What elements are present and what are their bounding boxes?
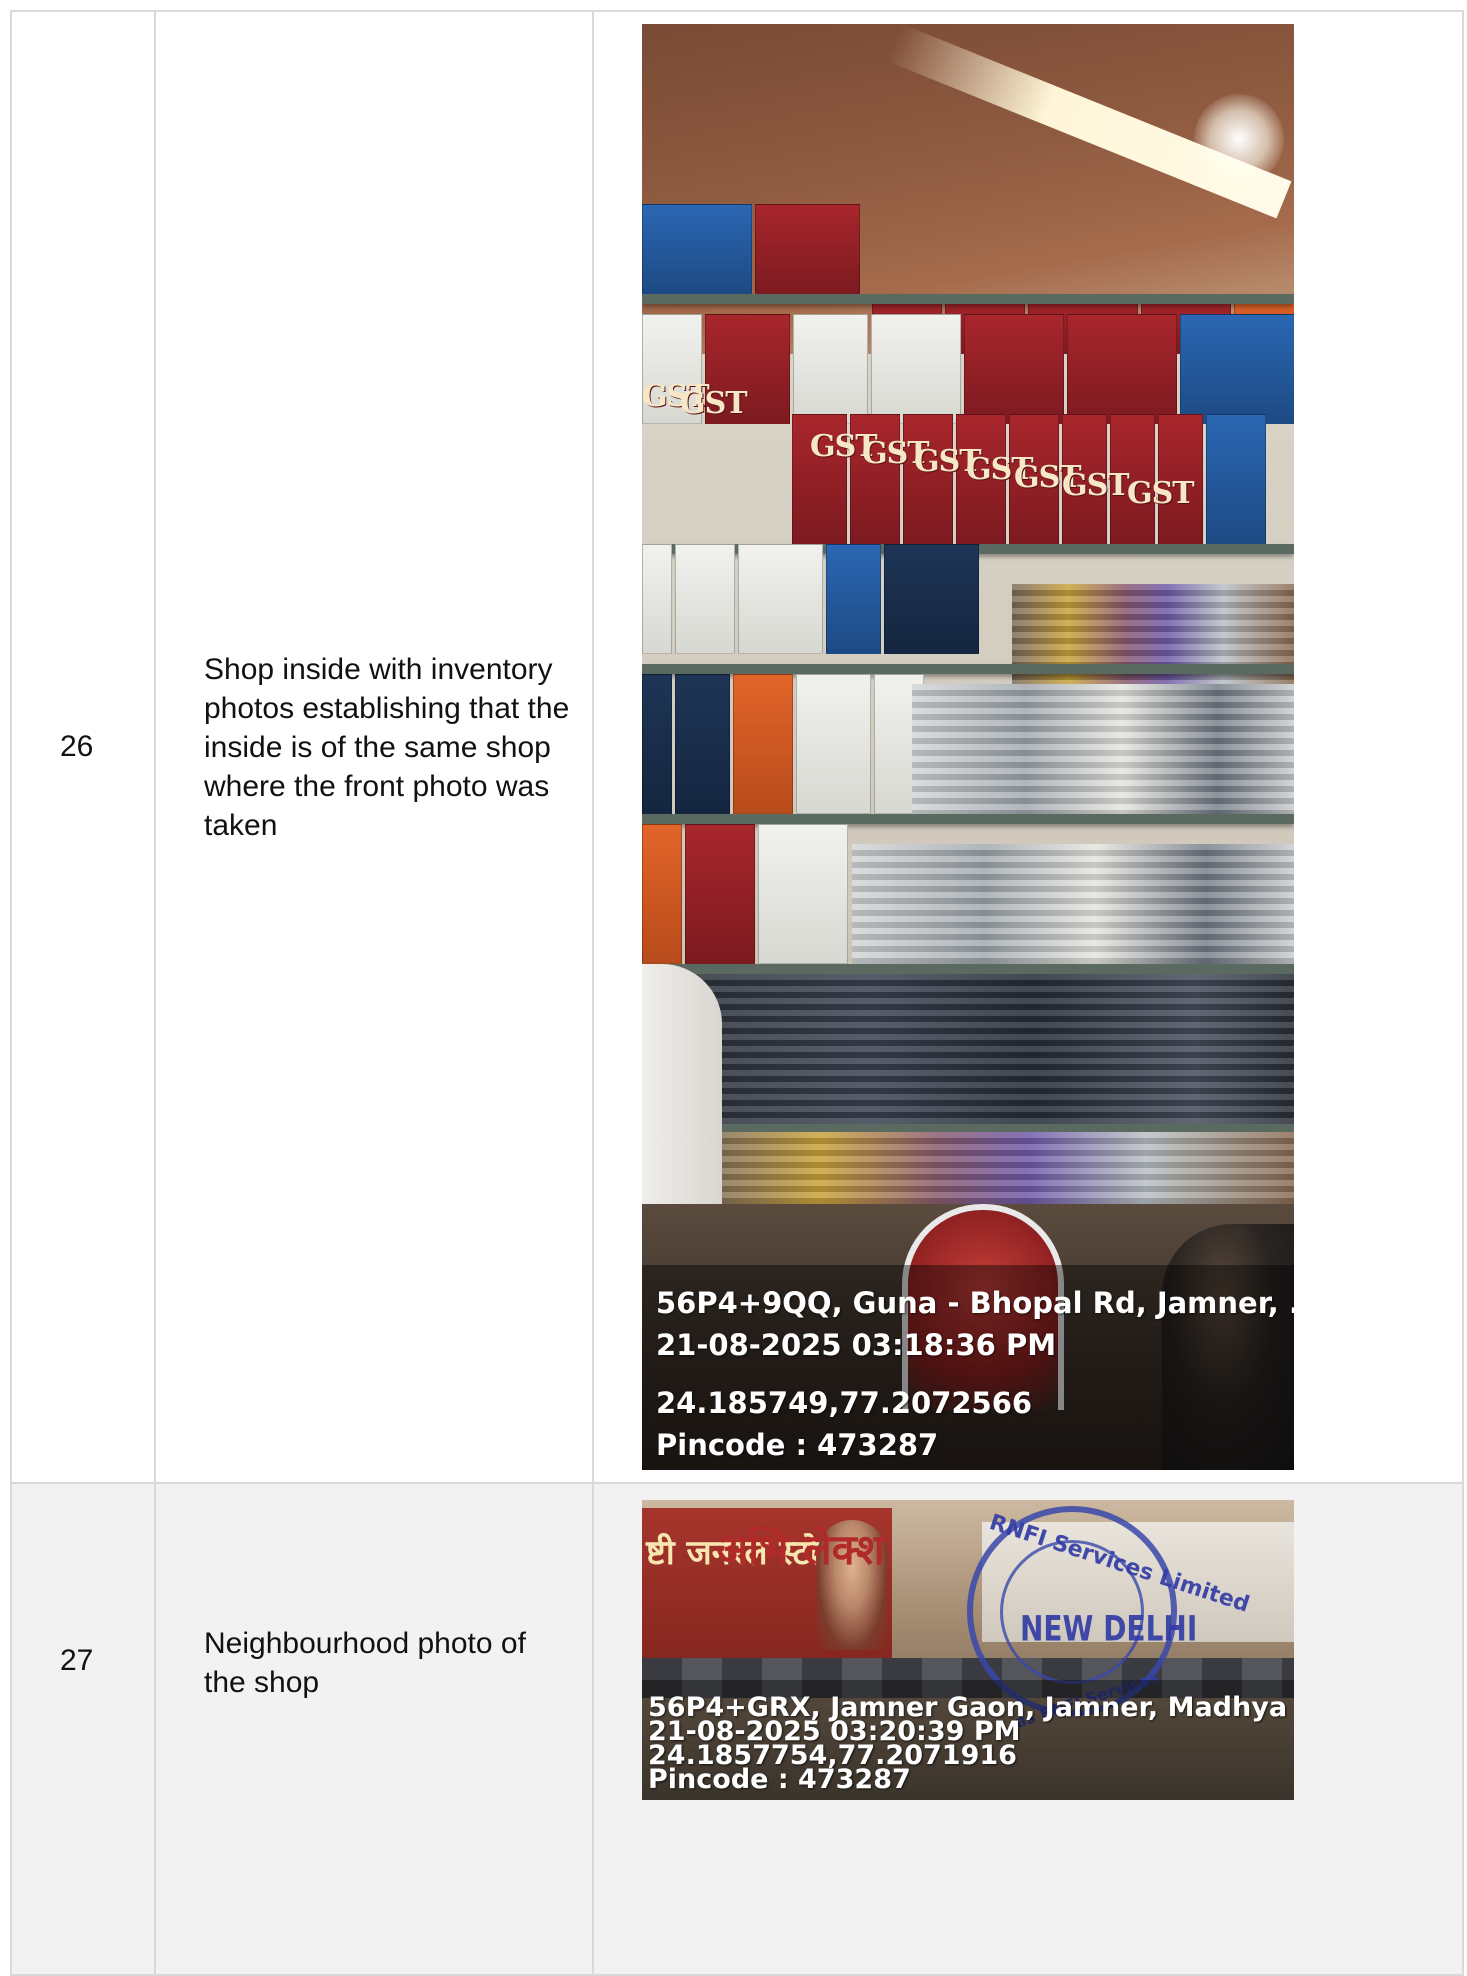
box [871, 314, 961, 424]
shelf [642, 664, 1294, 674]
shelf [642, 294, 1294, 304]
box [642, 204, 752, 294]
row-description: Neighbourhood photo of the shop [154, 1482, 594, 1976]
box [1206, 414, 1266, 544]
clothes-pile [702, 1132, 1294, 1212]
clothes-pile [912, 684, 1294, 814]
geotag-address: 56P4+9QQ, Guna - Bhopal Rd, Jamner, ... [656, 1286, 1294, 1320]
table-row: 27 Neighbourhood photo of the shop ष्टी … [10, 1482, 1464, 1976]
box [826, 544, 881, 654]
box [642, 824, 682, 964]
geotag-pincode: Pincode : 473287 [648, 1764, 911, 1795]
box [738, 544, 823, 654]
shelf [642, 964, 1294, 974]
box [642, 674, 672, 814]
ceiling-lamp [1194, 94, 1284, 184]
box [903, 414, 953, 544]
geotag-coordinates: 24.185749,77.2072566 [656, 1386, 1033, 1420]
box [755, 204, 860, 294]
row-number: 26 [10, 10, 156, 1484]
photo-cell: GST GST GST GST GST GST GST GST GST 56P4… [592, 10, 1464, 1484]
box [758, 824, 848, 964]
shop-inside-photo: GST GST GST GST GST GST GST GST GST 56P4… [642, 24, 1294, 1470]
clothes-pile [642, 974, 1294, 1124]
shelf [642, 814, 1294, 824]
geotag-timestamp: 21-08-2025 03:18:36 PM [656, 1328, 1057, 1362]
box [675, 544, 735, 654]
row-number: 27 [10, 1482, 156, 1976]
box-label: GST [680, 386, 748, 421]
box-label: GST [1127, 476, 1195, 511]
box [964, 314, 1064, 424]
clothes-pile [852, 844, 1294, 964]
box-stack [642, 544, 979, 654]
shop-sign-right-text: अभि लेक्श [716, 1525, 885, 1574]
neighbourhood-photo: ष्टी जनरल स्टोर अभि लेक्श RNFI Services … [642, 1500, 1294, 1800]
stamp-city: NEW DELHI [1020, 1607, 1198, 1650]
photo-cell: ष्टी जनरल स्टोर अभि लेक्श RNFI Services … [592, 1482, 1464, 1976]
box [796, 674, 871, 814]
box [675, 674, 730, 814]
box [793, 314, 868, 424]
box [1180, 314, 1294, 424]
row-description: Shop inside with inventory photos establ… [154, 10, 594, 1484]
evidence-table: 26 Shop inside with inventory photos est… [10, 10, 1464, 1976]
box [733, 674, 793, 814]
box [642, 544, 672, 654]
box [685, 824, 755, 964]
box-stack [642, 824, 848, 964]
box [1067, 314, 1177, 424]
table-row: 26 Shop inside with inventory photos est… [10, 10, 1464, 1484]
box-label: GST [1062, 468, 1130, 503]
geotag-pincode: Pincode : 473287 [656, 1428, 939, 1462]
box-stack [642, 674, 924, 814]
box [884, 544, 979, 654]
box-stack [642, 204, 860, 294]
